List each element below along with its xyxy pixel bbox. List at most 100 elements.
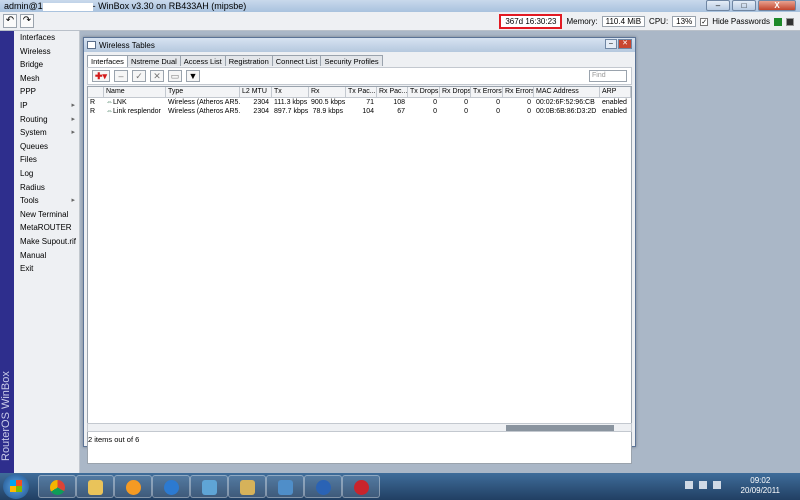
sidebar-item-manual[interactable]: Manual bbox=[14, 249, 79, 263]
hide-passwords-label: Hide Passwords bbox=[712, 17, 770, 26]
sidebar-item-ip[interactable]: IP ▸ bbox=[14, 99, 79, 113]
taskbar-media-player[interactable] bbox=[114, 475, 152, 498]
column-header[interactable]: Name bbox=[104, 87, 166, 97]
sidebar-item-mesh[interactable]: Mesh bbox=[14, 72, 79, 86]
sidebar-menu: Interfaces Wireless Bridge Mesh PPP IP ▸ … bbox=[14, 31, 80, 473]
routeros-brand-strip: RouterOS WinBox bbox=[0, 31, 14, 473]
taskbar-photos[interactable] bbox=[266, 475, 304, 498]
table-row[interactable]: R ⇔LNK Wireless (Atheros AR5... 2304 111… bbox=[88, 98, 631, 107]
tray-flag-icon[interactable] bbox=[685, 481, 693, 489]
sidebar-item-interfaces[interactable]: Interfaces bbox=[14, 31, 79, 45]
sidebar-item-system[interactable]: System ▸ bbox=[14, 126, 79, 140]
maximize-button[interactable]: □ bbox=[732, 0, 756, 11]
sidebar-item-exit[interactable]: Exit bbox=[14, 262, 79, 276]
enable-button[interactable]: ✓ bbox=[132, 70, 146, 82]
network-icon bbox=[202, 480, 217, 495]
redo-button[interactable]: ↷ bbox=[20, 14, 34, 28]
tray-volume-icon[interactable] bbox=[713, 481, 721, 489]
memory-value: 110.4 MiB bbox=[601, 16, 646, 27]
column-header[interactable]: Rx Drops bbox=[440, 87, 471, 97]
table-header: Name Type L2 MTU Tx Rx Tx Pac... Rx Pac.… bbox=[88, 87, 631, 98]
column-header[interactable]: Rx bbox=[309, 87, 346, 97]
remove-button[interactable]: – bbox=[114, 70, 128, 82]
brand-label: RouterOS WinBox bbox=[0, 371, 12, 461]
system-tray bbox=[685, 481, 721, 489]
wireless-tables-window: Wireless Tables – ✕ Interfaces Nstreme D… bbox=[83, 37, 636, 464]
sidebar-item-make-supout[interactable]: Make Supout.rif bbox=[14, 235, 79, 249]
main-toolbar: ↶ ↷ 367d 16:30:23 Memory: 110.4 MiB CPU:… bbox=[0, 12, 800, 31]
column-header[interactable]: L2 MTU bbox=[240, 87, 272, 97]
column-header[interactable]: Type bbox=[166, 87, 240, 97]
tab-interfaces[interactable]: Interfaces bbox=[87, 55, 128, 67]
close-button[interactable]: X bbox=[758, 0, 796, 11]
sidebar-item-radius[interactable]: Radius bbox=[14, 181, 79, 195]
sidebar-item-tools[interactable]: Tools ▸ bbox=[14, 194, 79, 208]
minimize-button[interactable]: – bbox=[706, 0, 730, 11]
column-header[interactable]: Tx bbox=[272, 87, 309, 97]
wireless-toolbar: ✚▾ – ✓ ✕ ▭ ▼ Find bbox=[87, 67, 632, 85]
taskbar-chrome[interactable] bbox=[38, 475, 76, 498]
windows-logo-icon bbox=[10, 480, 22, 492]
wireless-window-titlebar[interactable]: Wireless Tables bbox=[84, 38, 635, 52]
undo-button[interactable]: ↶ bbox=[3, 14, 17, 28]
submenu-arrow-icon: ▸ bbox=[71, 129, 75, 137]
add-button[interactable]: ✚▾ bbox=[92, 70, 110, 82]
folder-icon bbox=[240, 480, 255, 495]
window-title: admin@1- WinBox v3.30 on RB433AH (mipsbe… bbox=[4, 1, 247, 11]
start-button[interactable] bbox=[3, 474, 29, 499]
sidebar-item-bridge[interactable]: Bridge bbox=[14, 58, 79, 72]
wireless-minimize-button[interactable]: – bbox=[605, 39, 617, 49]
taskbar-folder[interactable] bbox=[228, 475, 266, 498]
filter-icon[interactable]: ▼ bbox=[186, 70, 200, 82]
folder-icon bbox=[88, 480, 103, 495]
submenu-arrow-icon: ▸ bbox=[71, 101, 75, 109]
clock-date: 20/09/2011 bbox=[740, 486, 780, 495]
sidebar-item-queues[interactable]: Queues bbox=[14, 140, 79, 154]
scrollbar-thumb[interactable] bbox=[506, 425, 614, 431]
tab-security-profiles[interactable]: Security Profiles bbox=[320, 55, 383, 66]
taskbar-winbox[interactable] bbox=[342, 475, 380, 498]
photos-icon bbox=[278, 480, 293, 495]
sidebar-item-wireless[interactable]: Wireless bbox=[14, 45, 79, 59]
column-header[interactable]: Tx Pac... bbox=[346, 87, 377, 97]
sidebar-item-ppp[interactable]: PPP bbox=[14, 85, 79, 99]
hide-passwords-checkbox[interactable]: ✓ bbox=[700, 17, 709, 26]
wireless-close-button[interactable]: ✕ bbox=[618, 39, 632, 49]
sidebar-item-log[interactable]: Log bbox=[14, 167, 79, 181]
wireless-interface-icon: ⇔ bbox=[106, 99, 113, 106]
column-header[interactable]: ARP bbox=[600, 87, 631, 97]
tab-access-list[interactable]: Access List bbox=[179, 55, 226, 66]
column-header[interactable]: Rx Pac... bbox=[377, 87, 408, 97]
sidebar-item-new-terminal[interactable]: New Terminal bbox=[14, 208, 79, 222]
media-player-icon bbox=[126, 480, 141, 495]
window-icon bbox=[87, 41, 96, 49]
column-header[interactable]: Tx Errors bbox=[471, 87, 503, 97]
sidebar-item-routing[interactable]: Routing ▸ bbox=[14, 113, 79, 127]
sidebar-item-metarouter[interactable]: MetaROUTER bbox=[14, 221, 79, 235]
column-header[interactable]: Tx Drops bbox=[408, 87, 440, 97]
column-header[interactable] bbox=[88, 87, 104, 97]
taskbar-network[interactable] bbox=[190, 475, 228, 498]
tab-connect-list[interactable]: Connect List bbox=[271, 55, 322, 66]
chrome-icon bbox=[50, 480, 65, 495]
lock-icon bbox=[786, 17, 794, 26]
tab-registration[interactable]: Registration bbox=[224, 55, 273, 66]
disable-button[interactable]: ✕ bbox=[150, 70, 164, 82]
comment-button[interactable]: ▭ bbox=[168, 70, 182, 82]
tray-network-icon[interactable] bbox=[699, 481, 707, 489]
clock[interactable]: 09:02 20/09/2011 bbox=[741, 476, 780, 496]
horizontal-scrollbar[interactable] bbox=[87, 423, 632, 432]
column-header[interactable]: MAC Address bbox=[534, 87, 600, 97]
tab-nstreme-dual[interactable]: Nstreme Dual bbox=[126, 55, 181, 66]
clock-time: 09:02 bbox=[750, 476, 771, 485]
sidebar-item-files[interactable]: Files bbox=[14, 153, 79, 167]
taskbar-ie[interactable] bbox=[152, 475, 190, 498]
taskbar-google-earth[interactable] bbox=[304, 475, 342, 498]
table-row[interactable]: R ⇔Link resplendor Wireless (Atheros AR5… bbox=[88, 107, 631, 116]
find-input[interactable]: Find bbox=[589, 70, 627, 82]
wireless-tabs: Interfaces Nstreme Dual Access List Regi… bbox=[87, 55, 383, 67]
wireless-interface-icon: ⇔ bbox=[106, 108, 113, 115]
winbox-icon bbox=[354, 480, 369, 495]
column-header[interactable]: Rx Errors bbox=[503, 87, 534, 97]
taskbar-explorer[interactable] bbox=[76, 475, 114, 498]
